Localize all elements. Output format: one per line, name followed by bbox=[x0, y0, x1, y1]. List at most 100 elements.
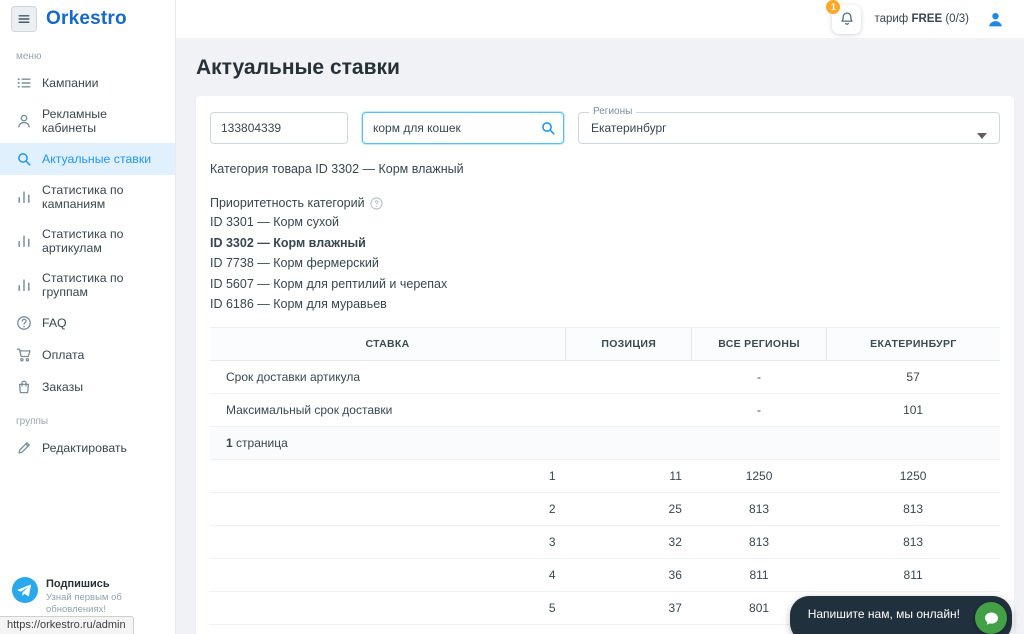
table-cell: 11 bbox=[565, 459, 692, 493]
hamburger-icon bbox=[17, 12, 31, 26]
priority-block: Приоритетность категорий ID 3301 — Корм … bbox=[210, 196, 1000, 313]
sidebar: Orkestro меню Кампании Рекламные кабинеты… bbox=[0, 0, 176, 634]
table-cell: 101 bbox=[826, 393, 1000, 427]
sidebar-item-stats-articles[interactable]: Статистика по артикулам bbox=[0, 219, 175, 263]
chat-bubble-icon[interactable] bbox=[975, 602, 1007, 634]
chart-icon bbox=[16, 277, 32, 293]
category-info-line: Категория товара ID 3302 — Корм влажный bbox=[210, 162, 464, 176]
table-cell: 25 bbox=[565, 492, 692, 526]
app-logo[interactable]: Orkestro bbox=[46, 8, 127, 30]
page-label: 1 страница bbox=[210, 426, 1000, 460]
priority-title-row: Приоритетность категорий bbox=[210, 196, 1000, 210]
sidebar-item-label: Статистика по артикулам bbox=[42, 227, 124, 255]
table-cell: 6 bbox=[210, 624, 566, 634]
table-cell: Максимальный срок доставки bbox=[210, 393, 566, 427]
table-cell: - bbox=[691, 393, 827, 427]
table-cell: 49 bbox=[565, 624, 692, 634]
table-row: 4 36 811 811 bbox=[210, 558, 1000, 592]
sidebar-item-edit-groups[interactable]: Редактировать bbox=[0, 432, 175, 464]
sidebar-item-actual-bids[interactable]: Актуальные ставки bbox=[0, 143, 175, 175]
notification-badge: 1 bbox=[826, 0, 841, 14]
telegram-icon bbox=[12, 577, 38, 604]
search-icon bbox=[16, 151, 32, 167]
sidebar-item-payment[interactable]: Оплата bbox=[0, 339, 175, 371]
chat-widget[interactable]: Напишите нам, мы онлайн! bbox=[789, 596, 1012, 634]
table-cell: 1 bbox=[210, 459, 566, 493]
pencil-icon bbox=[16, 440, 32, 456]
sidebar-item-label: Рекламные кабинеты bbox=[42, 107, 107, 135]
table-cell: 813 bbox=[826, 525, 1000, 559]
person-icon bbox=[16, 113, 32, 129]
user-menu-button[interactable] bbox=[982, 6, 1008, 32]
help-icon[interactable] bbox=[369, 196, 383, 210]
table-cell: 813 bbox=[691, 525, 827, 559]
list-icon bbox=[16, 75, 32, 91]
tariff-plan: FREE bbox=[911, 13, 943, 25]
table-header-row: СТАВКА ПОЗИЦИЯ ВСЕ РЕГИОНЫ ЕКАТЕРИНБУРГ bbox=[210, 326, 1000, 361]
column-header: СТАВКА bbox=[210, 326, 566, 361]
sidebar-item-faq[interactable]: FAQ bbox=[0, 307, 175, 339]
region-select-label: Регионы bbox=[589, 106, 637, 117]
region-select-value: Екатеринбург bbox=[591, 121, 667, 135]
table-cell: 2 bbox=[210, 492, 566, 526]
tariff-info: тариф FREE (0/3) bbox=[874, 13, 969, 25]
table-cell: 813 bbox=[826, 492, 1000, 526]
table-cell: 1250 bbox=[691, 459, 827, 493]
page-title: Актуальные ставки bbox=[196, 56, 400, 79]
sidebar-item-label: FAQ bbox=[42, 316, 67, 330]
table-body: Срок доставки артикула -57 Максимальный ср… bbox=[210, 360, 1000, 634]
notifications-button[interactable]: 1 bbox=[826, 0, 862, 34]
subscribe-title: Подпишись bbox=[46, 578, 110, 591]
bids-card: Регионы Екатеринбург Категория товара ID… bbox=[196, 96, 1014, 634]
question-icon bbox=[16, 315, 32, 331]
table-row: Срок доставки артикула -57 bbox=[210, 360, 1000, 394]
table-row: Максимальный срок доставки -101 bbox=[210, 393, 1000, 427]
bag-icon bbox=[16, 379, 32, 395]
search-input[interactable] bbox=[362, 112, 564, 144]
table-cell: 5 bbox=[210, 591, 566, 625]
telegram-subscribe-block[interactable]: Подпишись Узнай первым об обновлениях! bbox=[0, 577, 175, 616]
priority-item: ID 7738 — Корм фермерский bbox=[210, 256, 379, 270]
priority-item: ID 5607 — Корм для рептилий и черепах bbox=[210, 276, 448, 291]
region-select[interactable]: Регионы Екатеринбург bbox=[578, 106, 1000, 144]
bell-icon bbox=[839, 11, 855, 27]
app-window: Orkestro меню Кампании Рекламные кабинеты… bbox=[0, 0, 1024, 634]
sidebar-item-label: Кампании bbox=[42, 76, 99, 90]
sidebar-item-label: Оплата bbox=[42, 348, 85, 362]
sidebar-item-orders[interactable]: Заказы bbox=[0, 371, 175, 403]
sidebar-item-label: Статистика по кампаниям bbox=[42, 183, 124, 211]
search-icon[interactable] bbox=[540, 120, 556, 136]
table-cell: 811 bbox=[826, 558, 1000, 592]
status-url: https://orkestro.ru/admin bbox=[0, 616, 134, 634]
table-row: 3 32 813 813 bbox=[210, 525, 1000, 559]
table-cell bbox=[565, 360, 692, 394]
table-cell: 57 bbox=[826, 360, 1000, 394]
sidebar-item-stats-groups[interactable]: Статистика по группам bbox=[0, 263, 175, 307]
table-cell: 811 bbox=[691, 558, 827, 592]
cart-icon bbox=[16, 347, 32, 363]
sidebar-menu: Кампании Рекламные кабинеты Актуальные ста… bbox=[0, 67, 175, 403]
priority-list: ID 3301 — Корм сухой ID 3302 — Корм влажн… bbox=[210, 215, 1000, 313]
priority-item: ID 6186 — Корм для муравьев bbox=[210, 297, 387, 311]
main-column: 1 тариф FREE (0/3) Актуальные ставки 133… bbox=[176, 0, 1024, 634]
sidebar-toggle-button[interactable] bbox=[11, 6, 37, 32]
table-cell: 32 bbox=[565, 525, 692, 559]
table-cell: 813 bbox=[691, 492, 827, 526]
bids-table: СТАВКА ПОЗИЦИЯ ВСЕ РЕГИОНЫ ЕКАТЕРИНБУРГ Сро… bbox=[210, 326, 1000, 634]
telegram-text: Подпишись Узнай первым об обновлениях! bbox=[46, 577, 163, 616]
chevron-down-icon bbox=[977, 126, 987, 144]
priority-item: ID 3302 — Корм влажный bbox=[210, 235, 366, 250]
column-header: ВСЕ РЕГИОНЫ bbox=[691, 326, 827, 361]
column-header: ЕКАТЕРИНБУРГ bbox=[825, 326, 1000, 361]
table-cell: - bbox=[691, 360, 827, 394]
search-field bbox=[362, 112, 564, 144]
article-input[interactable] bbox=[210, 112, 348, 144]
sidebar-item-stats-campaigns[interactable]: Статистика по кампаниям bbox=[0, 175, 175, 219]
chart-icon bbox=[16, 233, 32, 249]
sidebar-item-campaigns[interactable]: Кампании bbox=[0, 67, 175, 99]
user-icon bbox=[986, 10, 1005, 29]
groups-section-label: группы bbox=[16, 416, 49, 427]
sidebar-item-ad-accounts[interactable]: Рекламные кабинеты bbox=[0, 99, 175, 143]
table-row: 1 11 1250 1250 bbox=[210, 459, 1000, 493]
